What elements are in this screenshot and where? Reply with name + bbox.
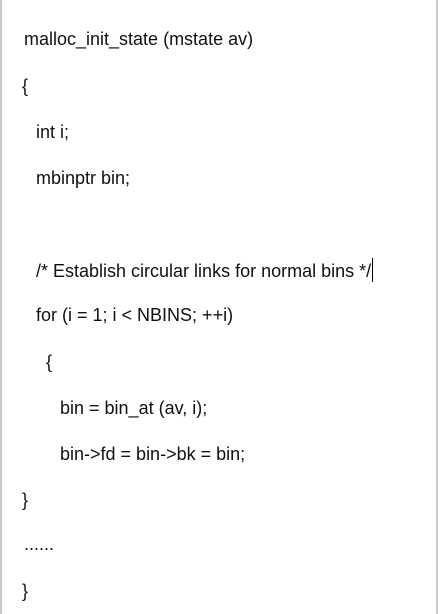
- code-line-comment: /* Establish circular links for normal b…: [36, 258, 374, 282]
- document-left-border: [0, 0, 2, 614]
- code-line-for-loop: for (i = 1; i < NBINS; ++i): [36, 305, 234, 325]
- code-line-int-declaration: int i;: [36, 122, 70, 142]
- text-cursor: [372, 258, 374, 282]
- code-line-link-assignment: bin->fd = bin->bk = bin;: [60, 444, 246, 464]
- code-line-loop-open-brace: {: [46, 352, 53, 372]
- code-line-bin-assignment: bin = bin_at (av, i);: [60, 398, 208, 418]
- code-line-open-brace: {: [22, 76, 29, 96]
- code-line-ellipsis: ......: [24, 534, 55, 554]
- code-line-bin-declaration: mbinptr bin;: [36, 168, 131, 188]
- document-right-border: [436, 0, 438, 614]
- code-document[interactable]: malloc_init_state (mstate av) { int i; m…: [0, 0, 438, 614]
- code-line-final-brace: }: [22, 581, 29, 601]
- code-line-function-signature: malloc_init_state (mstate av): [24, 29, 254, 49]
- comment-text: /* Establish circular links for normal b…: [36, 261, 372, 281]
- code-line-close-brace: }: [22, 490, 29, 510]
